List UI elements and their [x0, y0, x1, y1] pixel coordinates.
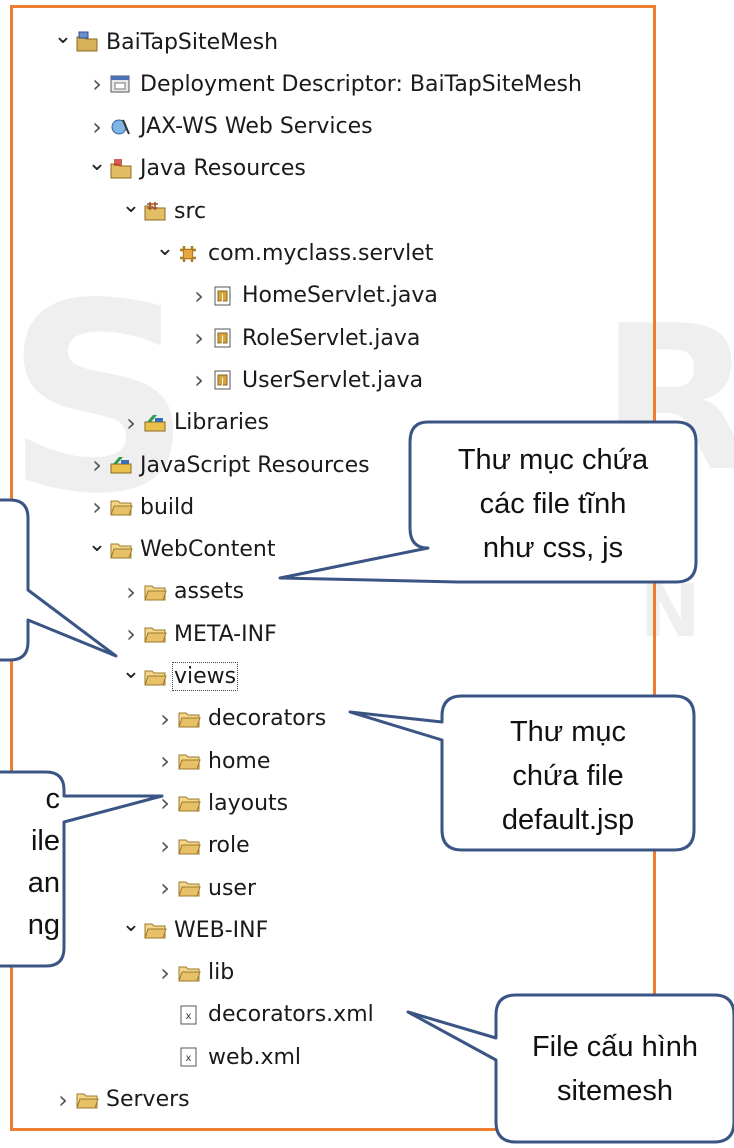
callout-line: ng: [27, 909, 60, 941]
callout-shapes: [0, 420, 734, 1144]
callout-line: các file tĩnh: [479, 488, 627, 520]
callout-line: sitemesh: [556, 1075, 674, 1107]
callout-decorators-text: Thư mục chứa file default.jsp: [444, 710, 692, 842]
callout-line: File cấu hình: [531, 1031, 699, 1063]
callout-static-files-text: Thư mục chứa các file tĩnh như css, js: [412, 438, 694, 570]
callout-layouts-text: c ile an ng: [0, 778, 60, 946]
callout-sitemesh-text: File cấu hình sitemesh: [498, 1025, 732, 1113]
callout-line: như css, js: [482, 532, 624, 564]
callout-line: chứa file: [512, 760, 624, 792]
callout-line: an: [27, 867, 60, 899]
callout-line: default.jsp: [501, 804, 635, 836]
callout-line: ile: [30, 825, 60, 857]
callout-line: c: [45, 783, 61, 815]
callout-views-bubble: [0, 498, 118, 662]
callout-line: Thư mục: [509, 716, 627, 748]
callout-line: Thư mục chứa: [457, 444, 649, 476]
